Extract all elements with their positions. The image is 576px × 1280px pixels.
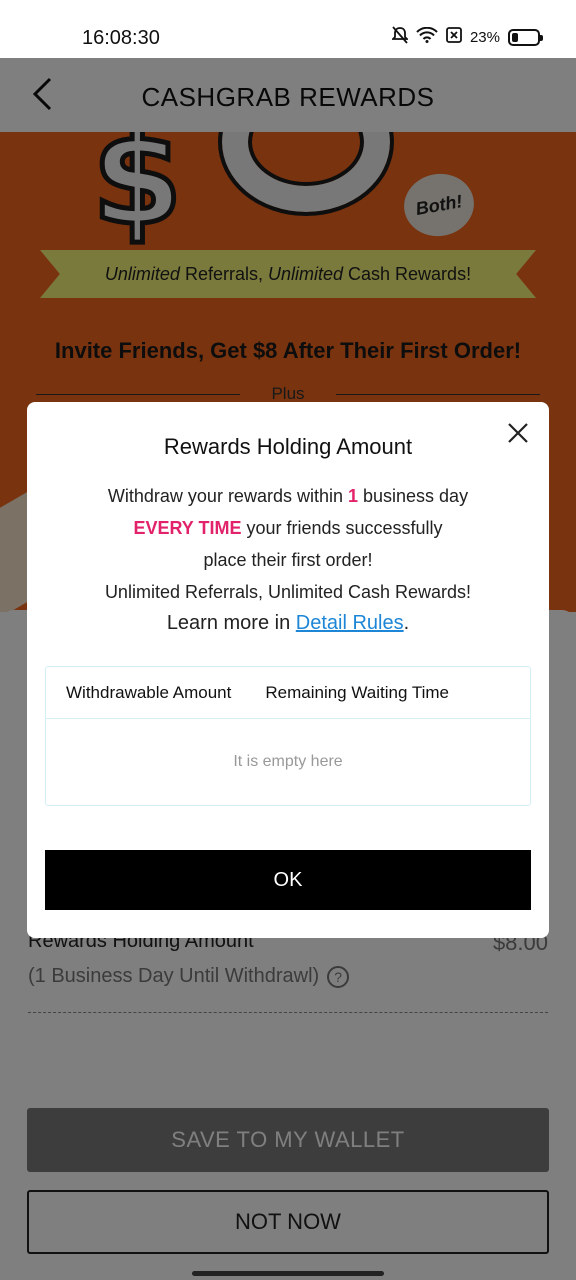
close-icon[interactable]: [507, 422, 529, 444]
desc-line-1-c: business day: [358, 486, 469, 506]
table-header: Withdrawable Amount Remaining Waiting Ti…: [46, 667, 530, 719]
desc-line-1: Withdraw your rewards within 1 business …: [27, 480, 549, 512]
learn-more-text: Learn more in Detail Rules.: [27, 612, 549, 635]
battery-icon: [508, 28, 543, 46]
detail-rules-link[interactable]: Detail Rules: [296, 612, 404, 634]
status-time: 16:08:30: [82, 27, 160, 49]
desc-line-1-a: Withdraw your rewards within: [107, 486, 348, 506]
modal-title: Rewards Holding Amount: [163, 434, 413, 459]
withdrawal-table: Withdrawable Amount Remaining Waiting Ti…: [45, 666, 531, 806]
modal-description: Withdraw your rewards within 1 business …: [27, 480, 549, 608]
column-header-waiting-time: Remaining Waiting Time: [265, 682, 449, 702]
desc-line-2-b: your friends successfully: [241, 518, 443, 538]
desc-line-2: EVERY TIME your friends successfully: [27, 512, 549, 544]
home-indicator[interactable]: [192, 1271, 384, 1276]
bell-muted-icon: [390, 26, 410, 48]
rewards-holding-modal: Rewards Holding Amount Withdraw your rew…: [27, 402, 549, 938]
learn-prefix: Learn more in: [166, 612, 296, 634]
desc-line-2-highlight: EVERY TIME: [133, 518, 242, 538]
desc-line-3: place their first order!: [203, 550, 373, 570]
ok-button[interactable]: OK: [45, 850, 531, 910]
wifi-icon: [416, 26, 438, 47]
status-icons: 23%: [390, 26, 543, 48]
empty-state-text: It is empty here: [233, 753, 343, 770]
status-bar: 16:08:30 23%: [0, 0, 576, 58]
battery-fill: [512, 32, 518, 42]
sim-x-icon: [446, 27, 462, 47]
battery-percent: 23%: [469, 28, 500, 46]
learn-suffix: .: [403, 612, 410, 634]
column-header-withdrawable: Withdrawable Amount: [66, 682, 232, 702]
desc-line-1-highlight: 1: [347, 486, 358, 506]
desc-line-4: Unlimited Referrals, Unlimited Cash Rewa…: [104, 582, 472, 602]
